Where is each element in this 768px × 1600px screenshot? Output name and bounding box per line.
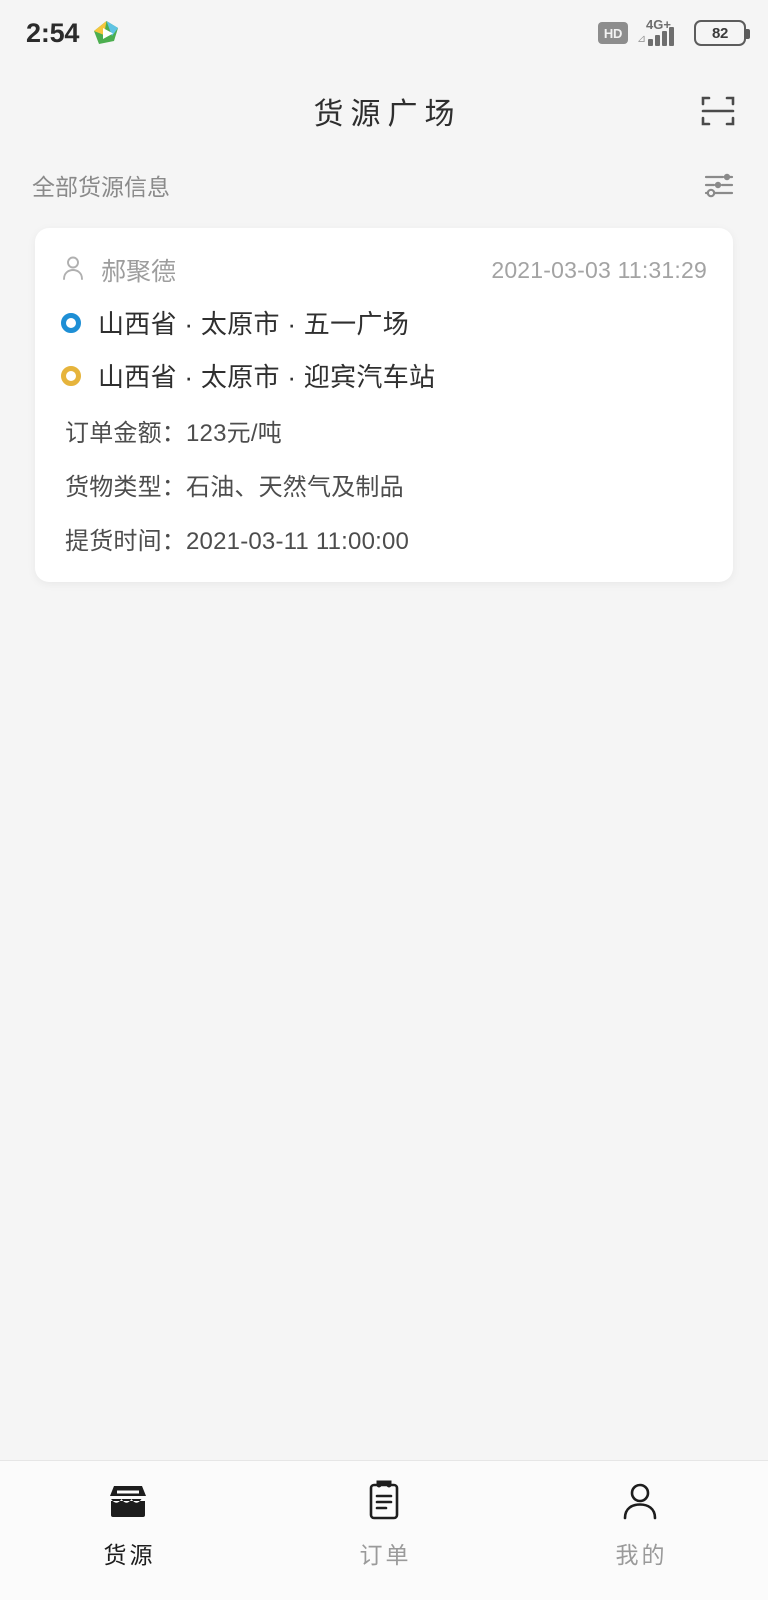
detail-row-amount: 订单金额：123元/吨 — [61, 413, 707, 448]
cargo-card[interactable]: 郝聚德 2021-03-03 11:31:29 山西省 · 太原市 · 五一广场… — [35, 228, 733, 582]
clipboard-icon — [366, 1479, 402, 1523]
app-screen: 2:54 HD 4G+ ⊿ 82 货源广场 全部货源信息 郝聚德 2021-03… — [0, 0, 768, 1600]
destination-text: 山西省 · 太原市 · 迎宾汽车站 — [98, 362, 436, 392]
person-icon — [61, 255, 85, 286]
poster-info: 郝聚德 — [61, 252, 176, 288]
bottom-tab-bar: 货源 订单 我的 — [0, 1460, 768, 1600]
detail-value-amount: 123元/吨 — [186, 420, 282, 447]
detail-label-amount: 订单金额： — [65, 420, 186, 447]
filter-bar: 全部货源信息 — [0, 156, 768, 214]
scan-code-icon[interactable] — [694, 87, 742, 135]
status-bar: 2:54 HD 4G+ ⊿ 82 — [0, 0, 768, 66]
origin-text: 山西省 · 太原市 · 五一广场 — [98, 309, 410, 339]
detail-label-pickup-time: 提货时间： — [65, 528, 186, 555]
cargo-card-header: 郝聚德 2021-03-03 11:31:29 — [61, 252, 707, 288]
posted-timestamp: 2021-03-03 11:31:29 — [491, 256, 707, 283]
person-outline-icon — [621, 1479, 659, 1523]
origin-row: 山西省 · 太原市 · 五一广场 — [61, 304, 707, 341]
tab-cargo[interactable]: 货源 — [0, 1461, 256, 1600]
detail-value-pickup-time: 2021-03-11 11:00:00 — [186, 528, 410, 555]
battery-icon: 82 — [694, 20, 750, 46]
battery-level-label: 82 — [711, 24, 729, 42]
tab-label-profile: 我的 — [615, 1541, 668, 1568]
store-icon — [108, 1479, 148, 1523]
detail-row-pickup-time: 提货时间：2021-03-11 11:00:00 — [61, 521, 707, 556]
status-bar-right: HD 4G+ ⊿ 82 — [598, 17, 750, 48]
app-header: 货源广场 — [0, 66, 768, 156]
filter-bar-label: 全部货源信息 — [32, 174, 170, 200]
secondary-signal-icon: ⊿ — [637, 33, 647, 45]
signal-bars-icon — [648, 27, 674, 46]
destination-row: 山西省 · 太原市 · 迎宾汽车站 — [61, 357, 707, 394]
page-title: 货源广场 — [313, 98, 462, 131]
destination-dot-icon — [61, 365, 81, 386]
sliders-filter-icon[interactable] — [696, 163, 740, 207]
media-play-icon — [92, 19, 121, 48]
detail-value-cargo-type: 石油、天然气及制品 — [186, 474, 404, 501]
poster-name: 郝聚德 — [101, 258, 177, 286]
detail-label-cargo-type: 货物类型： — [65, 474, 186, 501]
hd-badge-icon: HD — [598, 22, 628, 44]
status-bar-left: 2:54 — [26, 18, 121, 49]
signal-icon: 4G+ ⊿ — [637, 17, 685, 48]
tab-orders[interactable]: 订单 — [256, 1461, 512, 1600]
detail-row-cargo-type: 货物类型：石油、天然气及制品 — [61, 467, 707, 502]
tab-label-orders: 订单 — [359, 1541, 412, 1568]
origin-dot-icon — [61, 312, 81, 333]
tab-label-cargo: 货源 — [103, 1541, 156, 1568]
status-time: 2:54 — [26, 17, 80, 48]
tab-profile[interactable]: 我的 — [512, 1461, 768, 1600]
